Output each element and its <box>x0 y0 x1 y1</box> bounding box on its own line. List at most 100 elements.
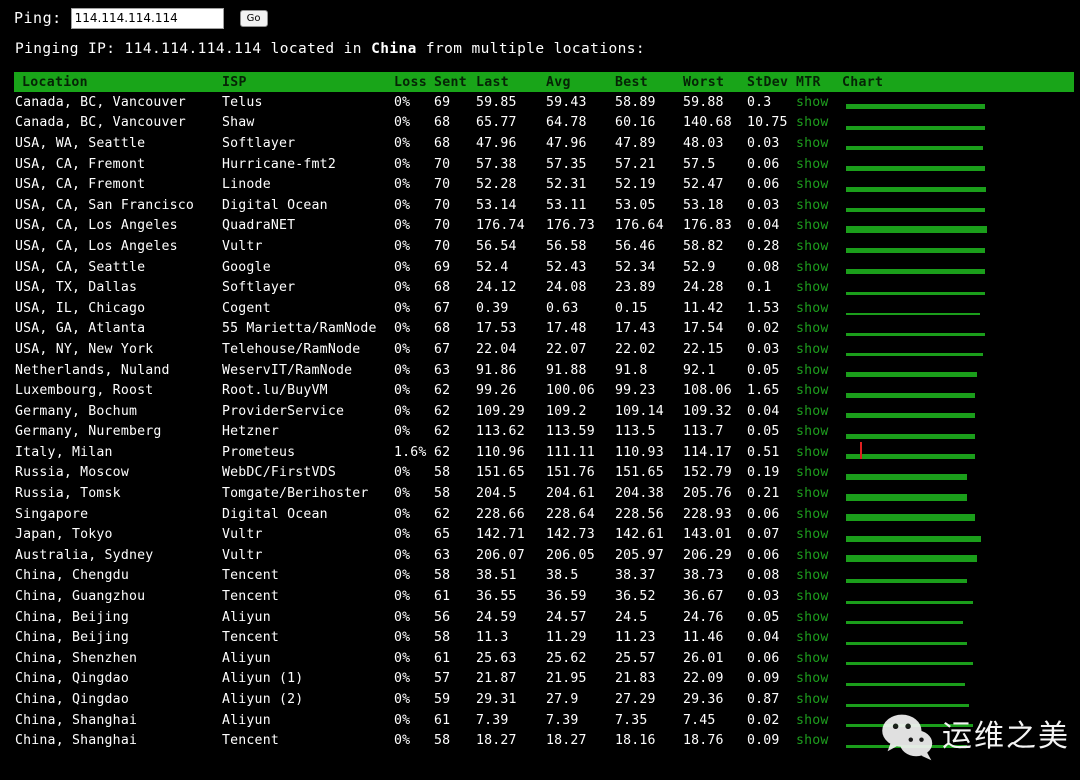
latency-sparkline <box>846 257 1068 277</box>
cell-last: 29.31 <box>476 692 517 708</box>
column-header-sent: Sent <box>434 72 476 92</box>
mtr-show-link[interactable]: show <box>796 383 829 398</box>
cell-chart <box>842 195 1074 216</box>
mtr-show-link[interactable]: show <box>796 671 829 686</box>
sparkline-bar <box>846 186 986 192</box>
cell-worst: 152.79 <box>683 465 732 481</box>
mtr-show-link[interactable]: show <box>796 692 829 707</box>
mtr-show-link[interactable]: show <box>796 651 829 666</box>
cell-location: USA, CA, Fremont <box>15 177 146 193</box>
cell-last: 52.4 <box>476 259 509 275</box>
cell-best: 91.8 <box>615 362 648 378</box>
column-header-location: Location <box>14 72 222 92</box>
cell-chart <box>842 524 1074 545</box>
mtr-show-link[interactable]: show <box>796 507 829 522</box>
cell-stdev: 0.02 <box>747 321 780 337</box>
mtr-show-link[interactable]: show <box>796 589 829 604</box>
table-body: Canada, BC, Vancouver Telus 0% 69 59.85 59.43… <box>14 92 1074 751</box>
cell-best: 47.89 <box>615 135 656 151</box>
cell-last: 18.27 <box>476 733 517 749</box>
cell-sent: 68 <box>434 280 451 296</box>
cell-last: 204.5 <box>476 486 517 502</box>
mtr-show-link[interactable]: show <box>796 363 829 378</box>
cell-best: 27.29 <box>615 692 656 708</box>
sparkline-bar <box>846 125 985 130</box>
cell-stdev: 0.08 <box>747 568 780 584</box>
cell-sent: 70 <box>434 218 451 234</box>
mtr-show-link[interactable]: show <box>796 198 829 213</box>
cell-worst: 143.01 <box>683 527 732 543</box>
mtr-show-link[interactable]: show <box>796 218 829 233</box>
mtr-show-link[interactable]: show <box>796 239 829 254</box>
cell-best: 58.89 <box>615 94 656 110</box>
go-button[interactable]: Go <box>239 9 268 27</box>
cell-sent: 68 <box>434 135 451 151</box>
cell-isp: Digital Ocean <box>222 506 328 522</box>
mtr-show-link[interactable]: show <box>796 280 829 295</box>
ping-ip-input[interactable] <box>70 7 224 29</box>
mtr-show-link[interactable]: show <box>796 260 829 275</box>
cell-chart <box>842 360 1074 381</box>
ping-status-line: Pinging IP: 114.114.114.114 located in C… <box>15 41 645 57</box>
cell-sent: 58 <box>434 630 451 646</box>
cell-stdev: 0.09 <box>747 733 780 749</box>
sparkline-bar <box>846 454 975 460</box>
mtr-show-link[interactable]: show <box>796 424 829 439</box>
cell-last: 65.77 <box>476 115 517 131</box>
mtr-show-link[interactable]: show <box>796 177 829 192</box>
cell-chart <box>842 607 1074 628</box>
cell-best: 23.89 <box>615 280 656 296</box>
mtr-show-link[interactable]: show <box>796 342 829 357</box>
mtr-show-link[interactable]: show <box>796 630 829 645</box>
latency-sparkline <box>846 731 1068 751</box>
mtr-show-link[interactable]: show <box>796 465 829 480</box>
cell-last: 24.59 <box>476 609 517 625</box>
cell-sent: 70 <box>434 238 451 254</box>
mtr-show-link[interactable]: show <box>796 404 829 419</box>
cell-best: 53.05 <box>615 197 656 213</box>
cell-isp: Hurricane-fmt2 <box>222 156 336 172</box>
sparkline-bar <box>846 104 985 110</box>
cell-mtr: show <box>796 298 842 319</box>
mtr-show-link[interactable]: show <box>796 445 829 460</box>
mtr-show-link[interactable]: show <box>796 733 829 748</box>
latency-sparkline <box>846 92 1068 112</box>
cell-best: 60.16 <box>615 115 656 131</box>
cell-best: 109.14 <box>615 403 664 419</box>
mtr-show-link[interactable]: show <box>796 486 829 501</box>
mtr-show-link[interactable]: show <box>796 95 829 110</box>
cell-sent: 63 <box>434 547 451 563</box>
cell-mtr: show <box>796 442 842 463</box>
cell-isp: Aliyun <box>222 650 271 666</box>
cell-location: Japan, Tokyo <box>15 527 113 543</box>
mtr-show-link[interactable]: show <box>796 157 829 172</box>
cell-loss: 0% <box>394 650 411 666</box>
mtr-show-link[interactable]: show <box>796 527 829 542</box>
mtr-show-link[interactable]: show <box>796 568 829 583</box>
cell-stdev: 1.53 <box>747 300 780 316</box>
cell-worst: 59.88 <box>683 94 724 110</box>
mtr-show-link[interactable]: show <box>796 321 829 336</box>
cell-mtr: show <box>796 504 842 525</box>
cell-avg: 18.27 <box>546 733 587 749</box>
cell-chart <box>842 730 1074 751</box>
cell-sent: 68 <box>434 115 451 131</box>
latency-sparkline <box>846 587 1068 607</box>
cell-mtr: show <box>796 627 842 648</box>
cell-chart <box>842 154 1074 175</box>
cell-sent: 69 <box>434 259 451 275</box>
mtr-show-link[interactable]: show <box>796 136 829 151</box>
cell-isp: Aliyun <box>222 609 271 625</box>
cell-avg: 113.59 <box>546 424 595 440</box>
mtr-show-link[interactable]: show <box>796 713 829 728</box>
mtr-show-link[interactable]: show <box>796 115 829 130</box>
mtr-show-link[interactable]: show <box>796 548 829 563</box>
mtr-show-link[interactable]: show <box>796 301 829 316</box>
sparkline-bar <box>846 332 985 336</box>
mtr-show-link[interactable]: show <box>796 610 829 625</box>
cell-mtr: show <box>796 277 842 298</box>
cell-worst: 22.15 <box>683 341 724 357</box>
cell-location: USA, GA, Atlanta <box>15 321 146 337</box>
sparkline-bar <box>846 166 985 172</box>
cell-location: Netherlands, Nuland <box>15 362 170 378</box>
